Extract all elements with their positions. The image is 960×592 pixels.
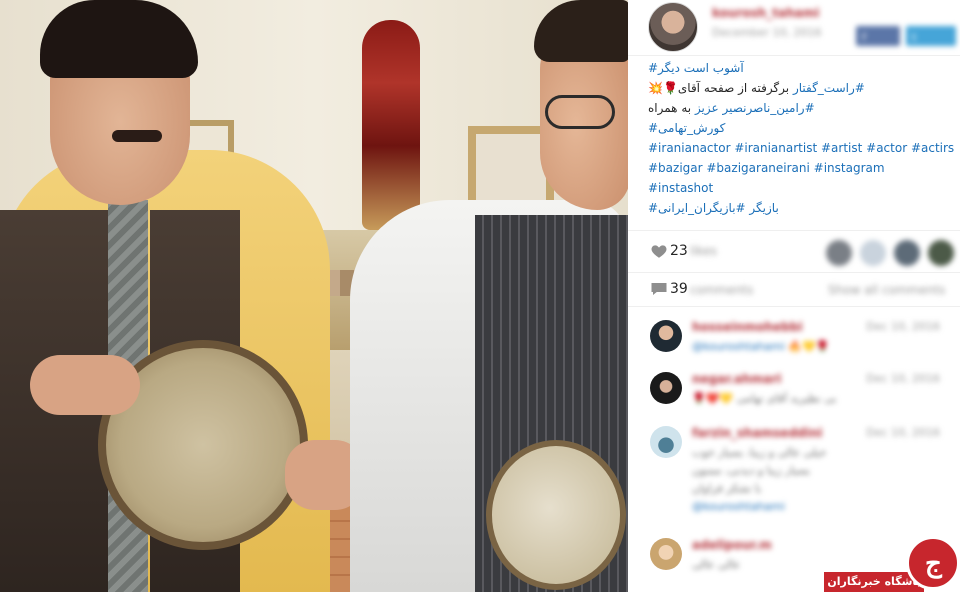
comments-label: comments: [690, 283, 754, 297]
caption-line: #رامین_ناصرنصیر عزیز به همراه: [648, 98, 960, 118]
post-caption: آشوب است دیگر# #راست_گفتار برگرفته از صف…: [648, 58, 960, 218]
liker-avatar[interactable]: [928, 240, 954, 266]
show-all-comments-link[interactable]: Show all comments: [828, 283, 945, 297]
twitter-share-button[interactable]: t: [906, 26, 956, 46]
likes-row: 23 likes: [628, 232, 960, 272]
post-header: kourosh_tahami December 10, 2016 f t: [628, 0, 960, 56]
caption-hashtags[interactable]: #instashot: [648, 178, 960, 198]
comment-text: @kouroshtahami 🔥💛🌹: [692, 340, 830, 353]
watermark-glyph: ج: [925, 549, 942, 579]
post-photo: [0, 0, 628, 592]
liker-avatar[interactable]: [826, 240, 852, 266]
avatar[interactable]: [650, 372, 682, 404]
caption-hashtags[interactable]: #bazigar #bazigaraneirani #instagram: [648, 158, 960, 178]
post-date: December 10, 2016: [712, 26, 822, 39]
post-side-panel: kourosh_tahami December 10, 2016 f t آشو…: [628, 0, 960, 592]
comment-text: 🌹❤️💛 بی نظیرید آقای تهامی: [692, 392, 837, 405]
caption-hashtags[interactable]: #iranianactor #iranianartist #artist #ac…: [648, 138, 960, 158]
comment-username[interactable]: hosseinmohebbi: [692, 320, 803, 334]
caption-hashtag[interactable]: #رامین_ناصرنصیر عزیز: [695, 101, 815, 115]
comments-count: 39: [670, 281, 688, 297]
avatar[interactable]: [650, 538, 682, 570]
caption-hashtags[interactable]: بازیگر #بازیگران_ایرانی#: [648, 198, 960, 218]
caption-hashtag[interactable]: #راست_گفتار: [793, 81, 865, 95]
comment-item: hosseinmohebbi Dec 10, 2016 @kouroshtaha…: [628, 320, 960, 360]
comment-text: خیلی عالی و زیبا، بسیار خوب بسیار زیبا و …: [692, 446, 827, 513]
comment-username[interactable]: adelipour.m: [692, 538, 772, 552]
likes-count: 23: [670, 243, 688, 259]
avatar[interactable]: [650, 320, 682, 352]
avatar[interactable]: [650, 426, 682, 458]
comment-time: Dec 10, 2016: [866, 372, 940, 385]
caption-text: برگرفته از صفحه آقای: [677, 81, 790, 95]
caption-line: #راست_گفتار برگرفته از صفحه آقای🌹💥: [648, 78, 960, 98]
comment-username[interactable]: farzin_shamseddini: [692, 426, 822, 440]
comment-time: Dec 10, 2016: [866, 426, 940, 439]
watermark-logo: ج: [906, 536, 960, 590]
avatar[interactable]: [648, 2, 698, 52]
comment-username[interactable]: negar.ahmari: [692, 372, 781, 386]
comment-item: farzin_shamseddini Dec 10, 2016 خیلی عال…: [628, 426, 960, 526]
comment-time: Dec 10, 2016: [866, 320, 940, 333]
post-username[interactable]: kourosh_tahami: [712, 6, 819, 20]
facebook-share-button[interactable]: f: [856, 26, 900, 46]
caption-hashtag[interactable]: آشوب است دیگر#: [648, 58, 960, 78]
comment-icon[interactable]: [650, 281, 668, 297]
caption-hashtag[interactable]: کورش_تهامی#: [648, 118, 960, 138]
comment-text: عالی عالی: [692, 558, 741, 571]
likes-label: likes: [690, 244, 717, 258]
caption-text: به همراه: [648, 101, 692, 115]
heart-icon[interactable]: [650, 242, 668, 260]
caption-emoji: 🌹💥: [648, 81, 678, 95]
comments-row: 39 comments Show all comments: [628, 274, 960, 306]
comment-item: negar.ahmari Dec 10, 2016 🌹❤️💛 بی نظیرید…: [628, 372, 960, 412]
liker-avatar[interactable]: [894, 240, 920, 266]
liker-avatar[interactable]: [860, 240, 886, 266]
